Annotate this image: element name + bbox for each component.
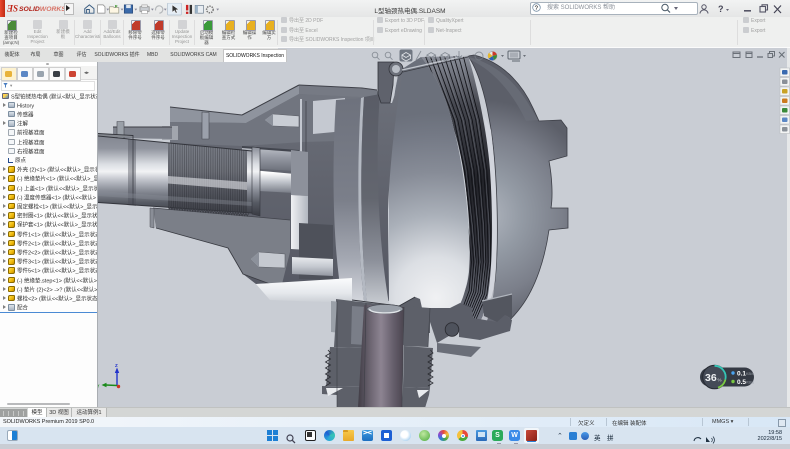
svg-text:%: % [718, 378, 722, 383]
svg-text:ƎS: ƎS [7, 4, 18, 14]
svg-text:36: 36 [705, 372, 717, 384]
svg-text:Y: Y [98, 384, 100, 389]
svg-text:Z: Z [115, 363, 118, 368]
svg-text:SOLIDWORKS: SOLIDWORKS [19, 6, 66, 13]
svg-text:KB/s: KB/s [746, 372, 754, 376]
svg-text:0.1: 0.1 [737, 371, 746, 378]
svg-text:?: ? [718, 4, 724, 14]
svg-text:KB/s: KB/s [746, 381, 754, 385]
svg-text:0.5: 0.5 [737, 379, 746, 386]
